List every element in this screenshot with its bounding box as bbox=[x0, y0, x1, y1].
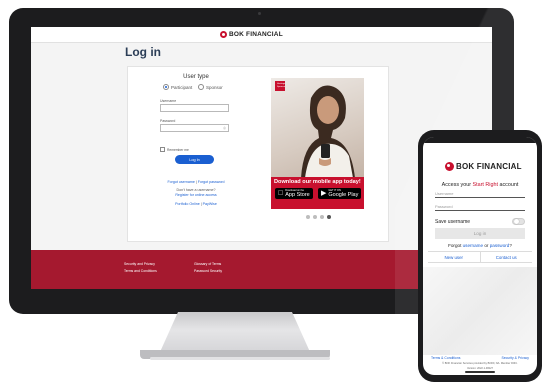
no-username-text: Don't have a username? bbox=[128, 188, 264, 192]
portfolio-online-link[interactable]: Portfolio Online bbox=[175, 202, 200, 206]
phone-username-underline bbox=[435, 197, 525, 198]
forgot-prefix: Forgot bbox=[448, 243, 463, 248]
phone-brand-logo[interactable]: BOK FINANCIAL bbox=[445, 162, 522, 171]
imac-stand-shadow bbox=[150, 357, 330, 360]
woman-with-phone-photo bbox=[301, 85, 355, 178]
forgot-password-link[interactable]: Forgot password bbox=[198, 180, 225, 184]
play-icon: ▶ bbox=[321, 190, 327, 197]
save-username-toggle[interactable] bbox=[512, 218, 525, 225]
phone-security-link[interactable]: Security & Privacy bbox=[501, 356, 529, 360]
promo-band: Download our mobile app today!  Downloa… bbox=[271, 177, 364, 209]
app-store-big: App Store bbox=[280, 192, 309, 198]
remember-me[interactable]: Remember me bbox=[160, 147, 189, 152]
bok-logo-icon bbox=[445, 162, 454, 171]
access-suffix: account bbox=[497, 182, 519, 188]
phone-version: Version: 2022.1.48227 bbox=[467, 367, 493, 370]
access-heading: Access your Start Right account bbox=[423, 182, 537, 188]
username-label: Username bbox=[160, 99, 177, 103]
apple-icon:  bbox=[278, 190, 283, 197]
promo-headline: Download our mobile app today! bbox=[274, 179, 361, 185]
promo-logo-text: Heritage Sponsor bbox=[277, 83, 286, 88]
save-username-row: Save username bbox=[435, 218, 525, 225]
phone-username-field[interactable]: Username bbox=[435, 191, 453, 196]
access-prefix: Access your bbox=[441, 182, 473, 188]
google-play-badge[interactable]: ▶ GET IT ON Google Play bbox=[318, 188, 362, 199]
footer-glossary-link[interactable]: Glossary of Terms bbox=[194, 262, 221, 266]
phone-background-pattern bbox=[423, 267, 537, 355]
forgot-or: or bbox=[483, 243, 490, 248]
password-field[interactable]: ◎ bbox=[160, 124, 229, 132]
forgot-username-link[interactable]: Forgot username bbox=[167, 180, 194, 184]
page-title: Log in bbox=[125, 45, 161, 59]
access-accent: Start Right bbox=[472, 182, 498, 188]
remember-checkbox[interactable] bbox=[160, 147, 165, 152]
phone-password-field[interactable]: Password bbox=[435, 204, 453, 209]
radio-sponsor[interactable]: Sponsor bbox=[198, 84, 223, 90]
eye-icon[interactable]: ◎ bbox=[223, 126, 226, 130]
carousel-dots bbox=[306, 215, 331, 219]
link-separator: | bbox=[195, 180, 197, 184]
footer-terms-link[interactable]: Terms and Conditions bbox=[124, 269, 157, 273]
phone-screen: BOK FINANCIAL Access your Start Right ac… bbox=[423, 137, 537, 375]
login-button[interactable]: Log In bbox=[175, 155, 214, 164]
phone-password-underline bbox=[435, 210, 525, 211]
radio-unselected-icon[interactable] bbox=[198, 84, 204, 90]
link-separator: | bbox=[200, 202, 202, 206]
portal-links: Portfolio Online | PayWise bbox=[128, 202, 264, 206]
user-type-heading: User type bbox=[183, 74, 209, 80]
phone-device: BOK FINANCIAL Access your Start Right ac… bbox=[418, 130, 542, 382]
phone-copyright: © BOK Financial. Services provided by BO… bbox=[442, 362, 518, 365]
radio-participant-label: Participant bbox=[171, 84, 193, 90]
phone-forgot-row: Forgot username or password? bbox=[423, 243, 537, 248]
google-play-big: Google Play bbox=[328, 192, 359, 198]
showcase-stage: BOK FINANCIAL Log in User type Participa… bbox=[0, 0, 542, 387]
paywise-link[interactable]: PayWise bbox=[203, 202, 217, 206]
new-user-button[interactable]: New user bbox=[428, 252, 481, 262]
phone-brand-name: BOK FINANCIAL bbox=[456, 162, 522, 171]
footer-security-link[interactable]: Security and Privacy bbox=[124, 262, 155, 266]
app-store-badge[interactable]:  Download on the App Store bbox=[275, 188, 313, 199]
carousel-dot[interactable] bbox=[306, 215, 310, 219]
bok-logo-icon bbox=[220, 31, 227, 38]
username-field[interactable] bbox=[160, 104, 229, 112]
phone-actions: New user Contact us bbox=[428, 251, 532, 263]
save-username-label: Save username bbox=[435, 218, 471, 225]
phone-forgot-username-link[interactable]: username bbox=[463, 243, 483, 248]
carousel-dot[interactable] bbox=[313, 215, 317, 219]
imac-camera bbox=[258, 12, 261, 15]
phone-forgot-password-link[interactable]: password bbox=[490, 243, 510, 248]
brand-name: BOK FINANCIAL bbox=[229, 31, 283, 38]
imac-stand bbox=[160, 312, 310, 352]
no-username-label: Don't have a username? bbox=[176, 188, 216, 192]
mobile-app-promo: Heritage Sponsor Download our mobile app… bbox=[271, 78, 364, 209]
home-indicator bbox=[465, 371, 495, 373]
radio-sponsor-label: Sponsor bbox=[206, 84, 223, 90]
phone-terms-link[interactable]: Terms & Conditions bbox=[431, 356, 460, 360]
password-label: Password bbox=[160, 119, 176, 123]
login-card: User type Participant Sponsor Username P… bbox=[127, 66, 389, 242]
promo-logo-badge: Heritage Sponsor bbox=[275, 81, 285, 91]
brand-logo[interactable]: BOK FINANCIAL bbox=[220, 31, 283, 38]
register-link[interactable]: Register for online access bbox=[175, 193, 216, 197]
forgot-suffix: ? bbox=[509, 243, 512, 248]
phone-footer-links: Terms & Conditions Security & Privacy bbox=[423, 356, 537, 360]
carousel-dot[interactable] bbox=[320, 215, 324, 219]
phone-login-button[interactable]: Log in bbox=[435, 228, 525, 239]
carousel-dot-active[interactable] bbox=[327, 215, 331, 219]
phone-notch bbox=[460, 137, 500, 143]
radio-participant[interactable]: Participant bbox=[163, 84, 192, 90]
footer-password-security-link[interactable]: Password Security bbox=[194, 269, 222, 273]
register-row: Register for online access bbox=[128, 193, 264, 197]
radio-selected-icon[interactable] bbox=[163, 84, 169, 90]
contact-us-button[interactable]: Contact us bbox=[481, 252, 533, 262]
remember-label: Remember me bbox=[167, 147, 189, 152]
forgot-links: Forgot username | Forgot password bbox=[128, 180, 264, 184]
